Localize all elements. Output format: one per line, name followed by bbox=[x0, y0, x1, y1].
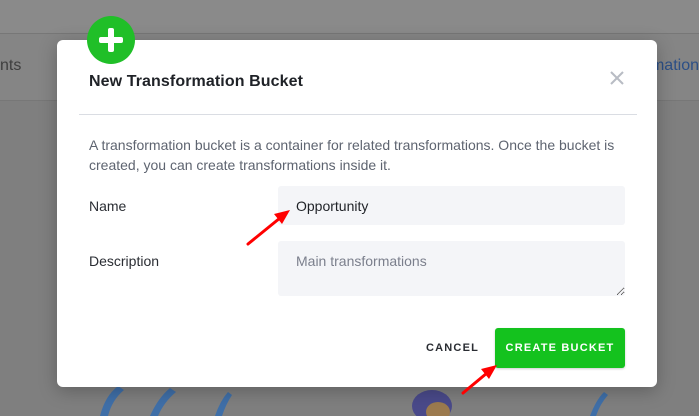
close-icon[interactable] bbox=[607, 68, 627, 88]
plus-icon bbox=[87, 16, 135, 64]
dialog-description: A transformation bucket is a container f… bbox=[89, 137, 615, 173]
background-illustration bbox=[100, 386, 608, 416]
name-input[interactable] bbox=[278, 186, 625, 225]
header-divider bbox=[79, 114, 637, 115]
create-bucket-button[interactable]: CREATE BUCKET bbox=[495, 328, 625, 368]
new-bucket-dialog: New Transformation Bucket A transformati… bbox=[57, 40, 657, 387]
description-textarea[interactable] bbox=[278, 241, 625, 296]
dialog-title: New Transformation Bucket bbox=[89, 73, 304, 90]
red-arrow-icon bbox=[246, 210, 290, 246]
background-tab-right: mation bbox=[650, 57, 699, 74]
name-label: Name bbox=[89, 198, 127, 214]
red-arrow-icon bbox=[461, 365, 497, 395]
description-label: Description bbox=[89, 253, 160, 269]
background-tab-left: nts bbox=[0, 57, 22, 74]
